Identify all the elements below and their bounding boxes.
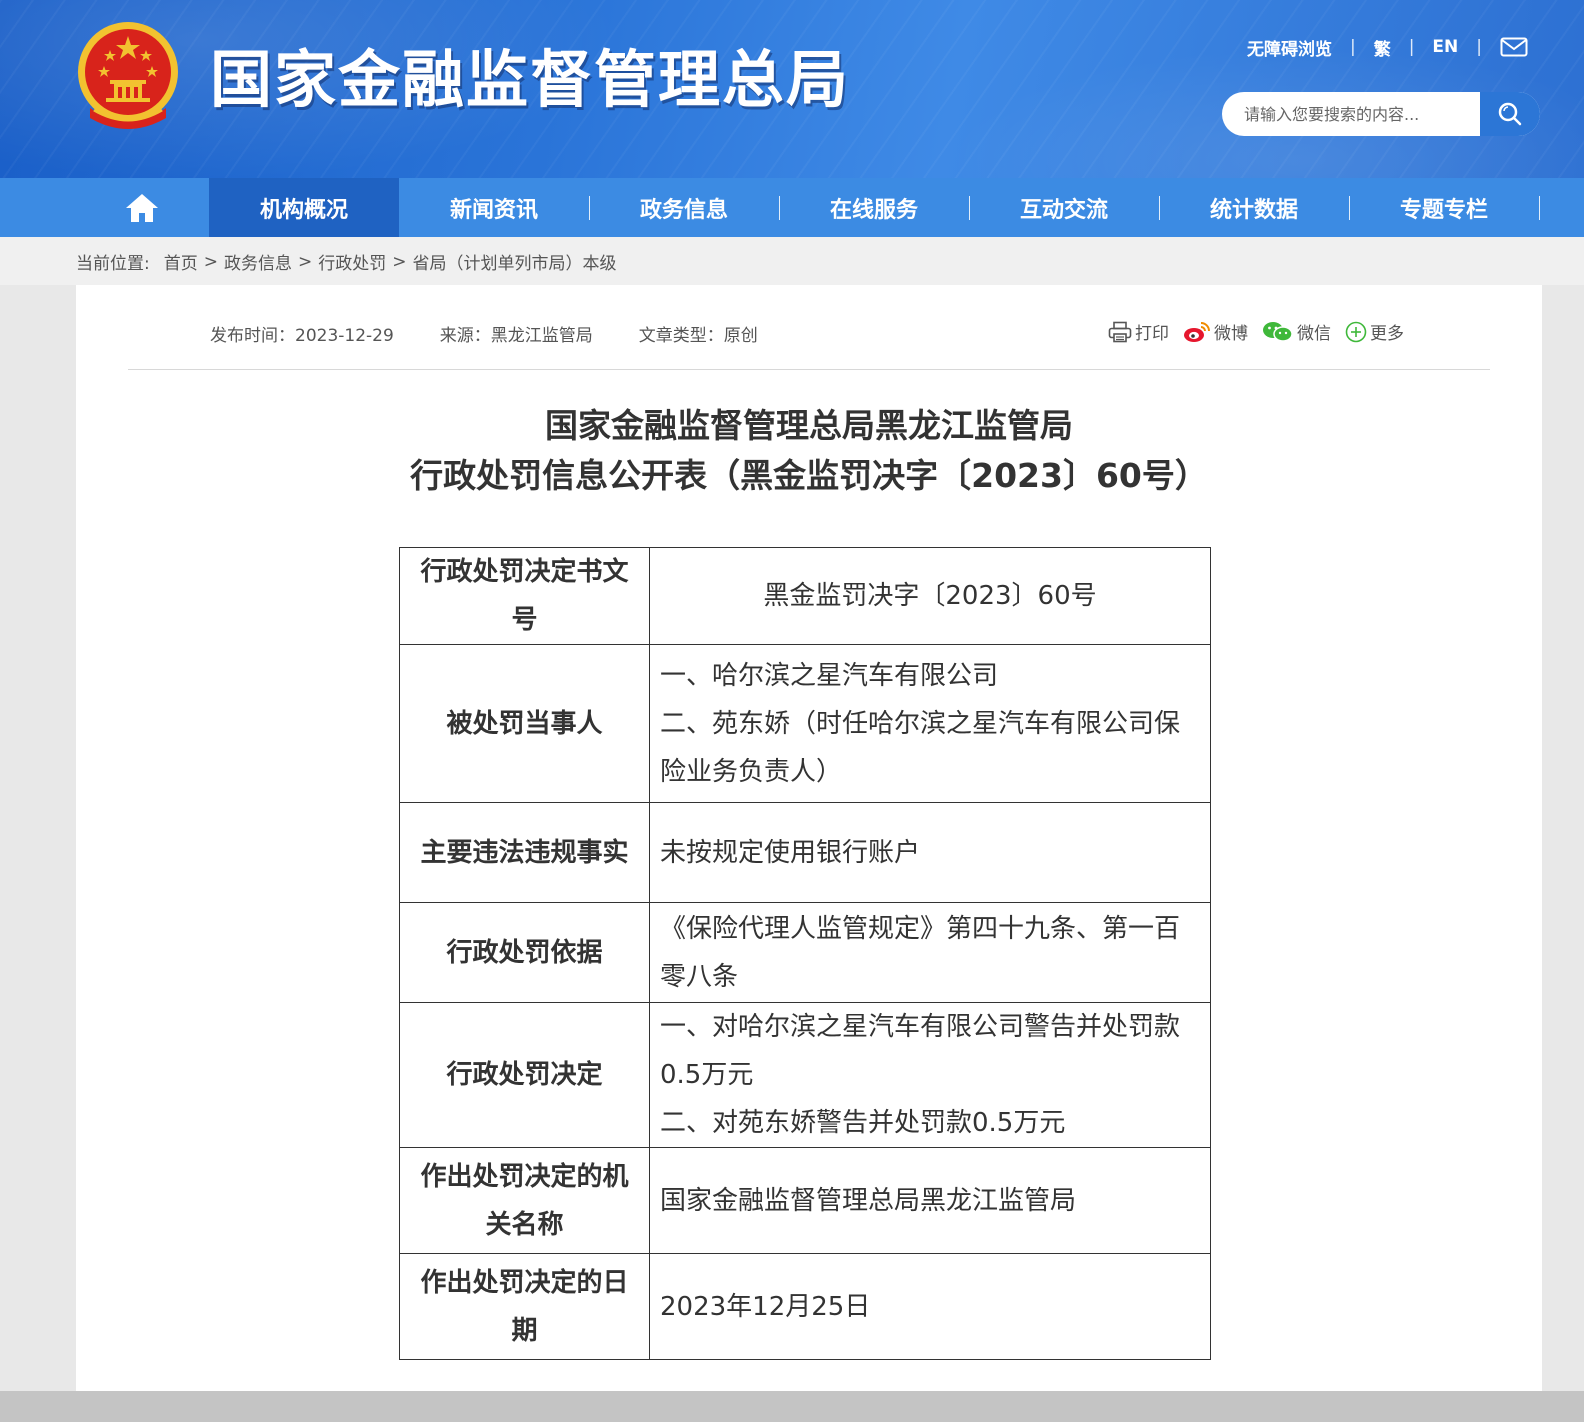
main-nav: 机构概况 新闻资讯 政务信息 在线服务 互动交流 统计数据 专题专栏 [0, 178, 1584, 237]
table-value-line: 一、哈尔滨之星汽车有限公司 [660, 660, 999, 691]
article-title-line-2: 行政处罚信息公开表（黑金监罚决字〔2023〕60号） [410, 456, 1208, 495]
breadcrumb-government-info[interactable]: 政务信息 [224, 249, 292, 274]
table-value: 2023年12月25日 [649, 1253, 1211, 1360]
article-title: 国家金融监督管理总局黑龙江监管局 行政处罚信息公开表（黑金监罚决字〔2023〕6… [76, 401, 1542, 501]
print-icon [1108, 321, 1132, 342]
wechat-icon [1263, 321, 1293, 342]
weibo-icon [1184, 321, 1210, 342]
breadcrumb-arrow: > [203, 251, 218, 272]
table-value: 《保险代理人监管规定》第四十九条、第一百零八条 [649, 902, 1211, 1003]
table-row: 作出处罚决定的机关名称 国家金融监督管理总局黑龙江监管局 [399, 1147, 1211, 1254]
nav-item-online-services[interactable]: 在线服务 [779, 178, 969, 237]
site-title[interactable]: 国家金融监督管理总局 [210, 42, 850, 118]
wechat-share-button[interactable]: 微信 [1262, 319, 1331, 344]
article-meta: 发布时间：2023-12-29 来源：黑龙江监管局 文章类型：原创 [210, 321, 804, 346]
nav-item-statistics[interactable]: 统计数据 [1159, 178, 1349, 237]
breadcrumb-penalty[interactable]: 行政处罚 [318, 249, 386, 274]
search-input[interactable] [1222, 92, 1478, 136]
plus-circle-icon [1345, 321, 1367, 342]
breadcrumb-provincial[interactable]: 省局（计划单列市局）本级 [412, 249, 616, 274]
english-link[interactable]: EN [1432, 37, 1458, 57]
page-bottom-bar [0, 1391, 1584, 1422]
table-key: 主要违法违规事实 [399, 802, 650, 903]
article-type: 文章类型：原创 [638, 326, 758, 346]
table-row: 行政处罚依据 《保险代理人监管规定》第四十九条、第一百零八条 [399, 902, 1211, 1003]
table-value-line: 黑金监罚决字〔2023〕60号 [763, 581, 1097, 611]
article-card: 发布时间：2023-12-29 来源：黑龙江监管局 文章类型：原创 打印 微博 [76, 285, 1542, 1391]
article-title-line-1: 国家金融监督管理总局黑龙江监管局 [545, 406, 1073, 445]
table-value-line: 国家金融监督管理总局黑龙江监管局 [660, 1185, 1077, 1216]
table-value-line: 未按规定使用银行账户 [660, 837, 921, 868]
table-key: 作出处罚决定的日期 [399, 1253, 650, 1360]
breadcrumb-bar: 当前位置: 首页 > 政务信息 > 行政处罚 > 省局（计划单列市局）本级 [0, 237, 1584, 285]
print-button[interactable]: 打印 [1108, 319, 1169, 344]
top-link-separator: | [1476, 37, 1482, 57]
more-label: 更多 [1370, 324, 1404, 344]
table-value: 黑金监罚决字〔2023〕60号 [649, 547, 1211, 645]
table-value: 国家金融监督管理总局黑龙江监管局 [649, 1147, 1211, 1254]
breadcrumb: 当前位置: 首页 > 政务信息 > 行政处罚 > 省局（计划单列市局）本级 [76, 249, 616, 275]
search-box [1222, 92, 1540, 136]
home-icon [126, 193, 158, 222]
search-button[interactable] [1480, 92, 1540, 136]
breadcrumb-home[interactable]: 首页 [164, 249, 198, 274]
nav-item-special-topics[interactable]: 专题专栏 [1349, 178, 1539, 237]
table-key: 行政处罚依据 [399, 902, 650, 1003]
national-emblem-icon[interactable] [74, 22, 182, 134]
more-share-button[interactable]: 更多 [1345, 319, 1404, 344]
accessibility-link[interactable]: 无障碍浏览 [1247, 35, 1332, 60]
breadcrumb-arrow: > [392, 251, 407, 272]
table-value-line: 二、对苑东娇警告并处罚款0.5万元 [660, 1108, 1066, 1138]
top-link-separator: | [1349, 37, 1356, 57]
weibo-label: 微博 [1214, 324, 1248, 344]
share-toolbar: 打印 微博 微信 更多 [1108, 319, 1418, 344]
breadcrumb-label: 当前位置: [76, 254, 150, 274]
site-header: 国家金融监督管理总局 无障碍浏览 | 繁 | EN | [0, 0, 1584, 178]
table-row: 主要违法违规事实 未按规定使用银行账户 [399, 802, 1211, 903]
table-key: 作出处罚决定的机关名称 [399, 1147, 650, 1254]
table-key: 行政处罚决定 [399, 1002, 650, 1148]
publish-time: 发布时间：2023-12-29 [210, 326, 394, 346]
article-source: 来源：黑龙江监管局 [439, 326, 593, 346]
nav-separator [1539, 196, 1540, 220]
table-key: 行政处罚决定书文号 [399, 547, 650, 645]
table-row: 行政处罚决定 一、对哈尔滨之星汽车有限公司警告并处罚款0.5万元 二、对苑东娇警… [399, 1002, 1211, 1148]
nav-item-institution[interactable]: 机构概况 [209, 178, 399, 237]
nav-item-interaction[interactable]: 互动交流 [969, 178, 1159, 237]
wechat-label: 微信 [1297, 324, 1331, 344]
nav-item-government-info[interactable]: 政务信息 [589, 178, 779, 237]
top-link-separator: | [1408, 37, 1415, 57]
table-value-line: 2023年12月25日 [660, 1291, 871, 1322]
table-value: 一、对哈尔滨之星汽车有限公司警告并处罚款0.5万元 二、对苑东娇警告并处罚款0.… [649, 1002, 1211, 1148]
table-row: 被处罚当事人 一、哈尔滨之星汽车有限公司 二、苑东娇（时任哈尔滨之星汽车有限公司… [399, 644, 1211, 803]
breadcrumb-arrow: > [297, 251, 313, 272]
print-label: 打印 [1135, 324, 1169, 344]
penalty-info-table: 行政处罚决定书文号 黑金监罚决字〔2023〕60号 被处罚当事人 一、哈尔滨之星… [399, 547, 1211, 1360]
table-row: 行政处罚决定书文号 黑金监罚决字〔2023〕60号 [399, 547, 1211, 645]
table-row: 作出处罚决定的日期 2023年12月25日 [399, 1253, 1211, 1360]
top-links: 无障碍浏览 | 繁 | EN | [1247, 34, 1528, 60]
table-value-line: 一、对哈尔滨之星汽车有限公司警告并处罚款0.5万元 [660, 1012, 1181, 1090]
table-value: 未按规定使用银行账户 [649, 802, 1211, 903]
nav-home[interactable] [118, 178, 166, 237]
mail-icon[interactable] [1500, 37, 1528, 57]
table-value: 一、哈尔滨之星汽车有限公司 二、苑东娇（时任哈尔滨之星汽车有限公司保险业务负责人… [649, 644, 1211, 803]
weibo-share-button[interactable]: 微博 [1183, 319, 1248, 344]
nav-item-news[interactable]: 新闻资讯 [399, 178, 589, 237]
meta-divider [128, 369, 1490, 370]
table-key: 被处罚当事人 [399, 644, 650, 803]
search-icon [1498, 102, 1522, 126]
traditional-chinese-link[interactable]: 繁 [1374, 35, 1391, 60]
table-value-line: 二、苑东娇（时任哈尔滨之星汽车有限公司保险业务负责人） [660, 708, 1181, 787]
table-value-line: 《保险代理人监管规定》第四十九条、第一百零八条 [660, 913, 1181, 992]
